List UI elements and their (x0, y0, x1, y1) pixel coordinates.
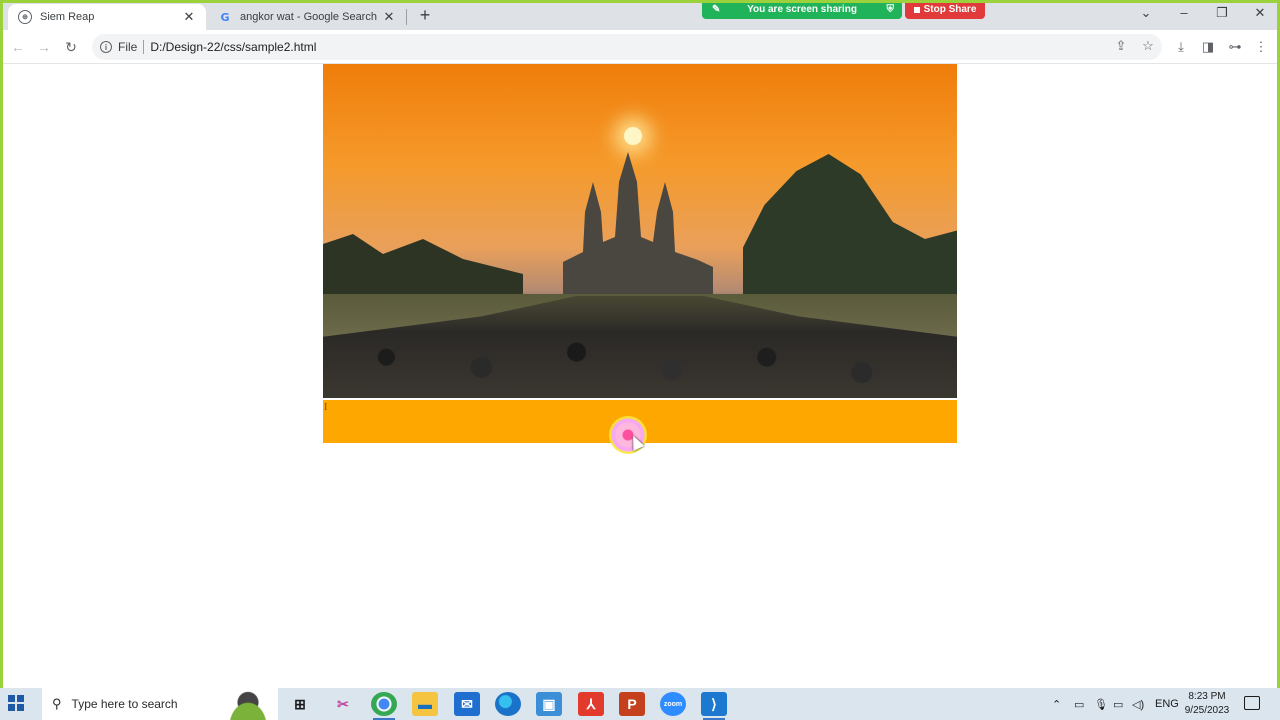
shield-icon: ⛨ (886, 4, 895, 15)
angkor-wat-photo (323, 64, 957, 398)
tab-search-chevron-icon[interactable]: ⌄ (1127, 0, 1165, 28)
task-view-icon[interactable]: ⊞ (287, 692, 313, 716)
stop-share-label: Stop Share (923, 4, 977, 15)
tab-label: Siem Reap (40, 11, 95, 23)
google-icon: G (220, 10, 230, 24)
chrome-icon[interactable] (371, 692, 397, 720)
forward-button[interactable]: → (33, 36, 55, 58)
menu-kebab-icon[interactable]: ⋮ (1251, 36, 1271, 58)
meet-now-icon[interactable]: ▭ (1074, 688, 1084, 720)
address-bar[interactable]: i File D:/Design-22/css/sample2.html (92, 34, 1162, 60)
file-explorer-icon[interactable]: ▬ (412, 692, 438, 716)
screen-sharing-banner[interactable]: ✎ You are screen sharing ⛨ (702, 0, 902, 19)
close-tab-icon[interactable]: ✕ (382, 9, 396, 25)
acrobat-icon[interactable]: ⅄ (578, 692, 604, 716)
address-divider (143, 40, 145, 54)
close-window-button[interactable]: ✕ (1241, 0, 1279, 28)
search-icon: ⚲ (52, 696, 62, 711)
info-icon[interactable]: i (100, 41, 112, 53)
address-scheme: File (118, 40, 138, 54)
screen-sharing-text: You are screen sharing (747, 4, 857, 15)
notification-icon[interactable] (1244, 696, 1260, 710)
zoom-icon[interactable]: zoom (660, 692, 686, 716)
text-cursor: I (324, 402, 328, 413)
clock-date: 9/25/2023 (1184, 705, 1230, 716)
restore-button[interactable]: ❐ (1203, 0, 1241, 28)
share-icon[interactable]: ⇪ (1112, 36, 1130, 56)
stop-icon (913, 6, 920, 13)
globe-icon: ⊕ (18, 10, 32, 24)
side-panel-icon[interactable]: ◨ (1198, 36, 1218, 58)
mail-icon[interactable]: ✉ (454, 692, 480, 716)
tab-label: angkor wat - Google Search (240, 11, 377, 23)
pin-icon: ✎ (712, 4, 721, 15)
snipping-tool-icon[interactable]: ✂ (330, 692, 356, 716)
windows-start-icon[interactable] (8, 695, 24, 711)
tray-chevron-icon[interactable]: ⌃ (1052, 688, 1061, 720)
powerpoint-icon[interactable]: P (619, 692, 645, 716)
tab-strip: ⊕ Siem Reap ✕ G angkor wat - Google Sear… (0, 0, 1280, 30)
edge-icon[interactable] (495, 692, 521, 716)
close-tab-icon[interactable]: ✕ (182, 9, 196, 25)
temple-silhouette (563, 152, 713, 302)
microphone-icon[interactable]: 🎙 (1094, 688, 1108, 720)
clock[interactable]: 8:23 PM 9/25/2023 (1178, 690, 1236, 718)
store-icon[interactable]: ▣ (536, 692, 562, 716)
search-highlight-gorilla-icon (218, 688, 278, 720)
search-placeholder: Type here to search (71, 697, 178, 711)
reload-button[interactable]: ↻ (60, 36, 82, 58)
address-url[interactable]: D:/Design-22/css/sample2.html (150, 40, 316, 54)
browser-toolbar: ← → ↻ i File D:/Design-22/css/sample2.ht… (0, 30, 1280, 64)
page-viewport: I (3, 64, 1277, 688)
minimize-button[interactable]: – (1165, 0, 1203, 28)
download-icon[interactable]: ⤓ (1171, 36, 1191, 58)
back-button[interactable]: ← (7, 36, 29, 58)
extension-icon[interactable]: ⊶ (1225, 36, 1245, 58)
bookmark-star-icon[interactable]: ☆ (1139, 36, 1157, 56)
new-tab-button[interactable]: + (414, 4, 436, 26)
taskbar: ⚲ Type here to search ⊞ ✂ ▬ ✉ ▣ ⅄ P zoom… (0, 688, 1280, 720)
stop-share-button[interactable]: Stop Share (905, 0, 985, 19)
language-indicator[interactable]: ENG (1155, 688, 1179, 720)
volume-icon[interactable]: ◁) (1132, 688, 1144, 720)
battery-icon[interactable]: ▭ (1113, 688, 1123, 720)
tab-separator (406, 9, 407, 25)
vscode-icon[interactable]: ⟩ (701, 692, 727, 720)
taskbar-search[interactable]: ⚲ Type here to search (42, 688, 278, 720)
tab-siem-reap[interactable]: ⊕ Siem Reap ✕ (8, 4, 206, 30)
click-highlight (609, 416, 647, 454)
clock-time: 8:23 PM (1188, 691, 1226, 702)
tab-google-search[interactable]: G angkor wat - Google Search ✕ (208, 4, 406, 30)
